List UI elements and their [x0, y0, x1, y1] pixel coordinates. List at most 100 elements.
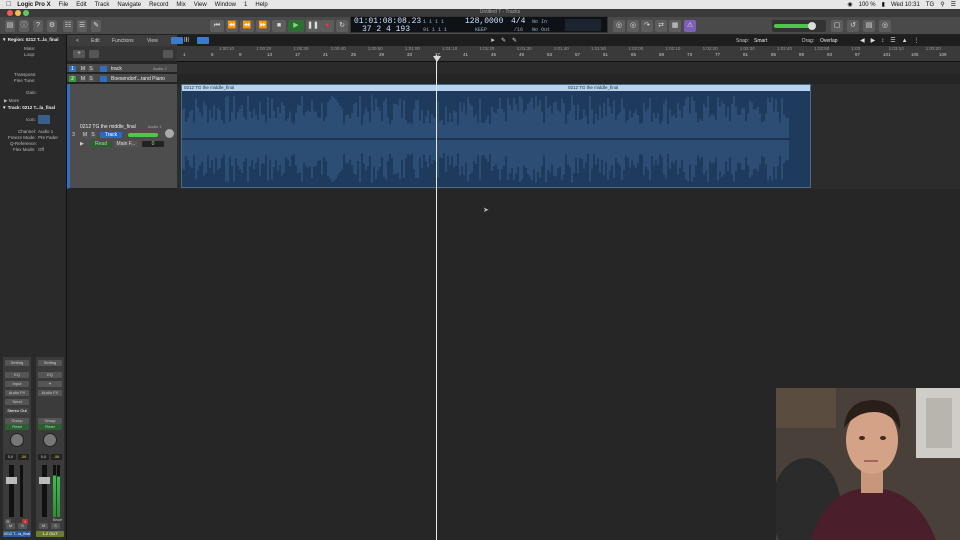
- track-row-2[interactable]: 2 M S Boesendorf...rand Piano: [67, 74, 177, 83]
- solo-button[interactable]: S: [18, 523, 27, 529]
- menu-file[interactable]: File: [59, 2, 69, 8]
- rewind-fast-button[interactable]: ⏪: [240, 20, 254, 32]
- volume-fader[interactable]: [6, 477, 17, 484]
- track-name[interactable]: 0212 TG the middle_final: [80, 124, 136, 130]
- help-icon[interactable]: ?: [33, 20, 43, 32]
- play-button[interactable]: ▶: [288, 20, 304, 32]
- send-button[interactable]: Send: [5, 399, 29, 405]
- automation-param[interactable]: Main F...: [114, 141, 138, 147]
- eq-button[interactable]: EQ: [38, 372, 62, 378]
- track-name[interactable]: track: [111, 66, 122, 72]
- more-toggle[interactable]: ▶ More: [4, 98, 19, 104]
- catch-icon[interactable]: [197, 37, 209, 44]
- tuner-icon[interactable]: ◎: [613, 20, 625, 32]
- automation-icon[interactable]: [171, 37, 183, 44]
- user-name[interactable]: TG: [926, 2, 934, 8]
- browser-icon[interactable]: ▤: [863, 20, 875, 32]
- track-name[interactable]: Boesendorf...rand Piano: [111, 76, 165, 82]
- track-header[interactable]: ▼ Track: 0212 T...la_final: [2, 105, 55, 110]
- stop-button[interactable]: ■: [272, 20, 286, 32]
- go-to-start-button[interactable]: ⏮: [210, 20, 224, 32]
- solo-button[interactable]: S: [88, 66, 94, 72]
- mute-button[interactable]: M: [6, 523, 15, 529]
- battery-label[interactable]: 100 %: [859, 2, 876, 8]
- volume-knob[interactable]: [808, 22, 816, 30]
- automation-read[interactable]: Read: [38, 424, 62, 430]
- apple-loops-icon[interactable]: ◎: [879, 20, 891, 32]
- link-button[interactable]: ⚭: [38, 381, 62, 387]
- menu-1[interactable]: 1: [244, 2, 247, 8]
- region-header[interactable]: ▼ Region: 0212 T...la_final: [2, 37, 59, 42]
- mute-button[interactable]: M: [80, 76, 86, 82]
- add-track-button[interactable]: +: [73, 50, 85, 58]
- solo-button[interactable]: S: [88, 76, 94, 82]
- mute-button[interactable]: M: [39, 523, 48, 529]
- flex-icon[interactable]: |∦|: [184, 37, 194, 44]
- audio-fx-button[interactable]: Audio FX: [5, 390, 29, 396]
- tool-selectors[interactable]: ➤✎✎: [490, 37, 540, 45]
- flex-value[interactable]: Off: [38, 147, 44, 152]
- functions-menu[interactable]: Functions: [112, 38, 134, 44]
- drag-select[interactable]: Overlap: [820, 38, 838, 44]
- solo-icon[interactable]: ◎: [627, 20, 639, 32]
- setting-button[interactable]: Setting: [5, 360, 29, 366]
- pan-knob[interactable]: [43, 433, 57, 447]
- setting-button[interactable]: Setting: [38, 360, 62, 366]
- cycle-button[interactable]: ↻: [336, 20, 348, 32]
- rewind-button[interactable]: ⏪: [226, 20, 238, 32]
- back-button[interactable]: <: [76, 38, 79, 44]
- automation-mode[interactable]: Read: [90, 141, 112, 147]
- audio-region[interactable]: 0212 TG the middle_final 0212 TG the mid…: [181, 84, 811, 188]
- track-volume-slider[interactable]: [128, 133, 158, 137]
- view-menu[interactable]: View: [147, 38, 158, 44]
- menu-mix[interactable]: Mix: [176, 2, 185, 8]
- metronome-icon[interactable]: ⇄: [655, 20, 667, 32]
- menu-record[interactable]: Record: [149, 2, 168, 8]
- track-pan-knob[interactable]: [165, 129, 174, 138]
- menu-window[interactable]: Window: [215, 2, 236, 8]
- menu-app[interactable]: Logic Pro X: [17, 2, 50, 8]
- volume-fader[interactable]: [39, 477, 50, 484]
- alert-icon[interactable]: ⚠: [684, 20, 696, 32]
- menu-help[interactable]: Help: [255, 2, 267, 8]
- menu-navigate[interactable]: Navigate: [117, 2, 141, 8]
- toolbar-icon[interactable]: ⚙: [47, 20, 57, 32]
- track-row-3[interactable]: 0212 TG the middle_final Audio 1 3 M S T…: [67, 84, 177, 189]
- strip-name[interactable]: 0212 T...la_final: [3, 531, 31, 537]
- lcd-display[interactable]: 01:01:08:08.23 1 1 1 1 37 2 4 193 91 1 1…: [350, 16, 608, 34]
- menu-track[interactable]: Track: [95, 2, 110, 8]
- menu-edit[interactable]: Edit: [76, 2, 86, 8]
- playhead-handle[interactable]: [433, 56, 441, 62]
- solo-button[interactable]: S: [90, 132, 96, 138]
- zoom-tools[interactable]: ◀▶↕☰▲⋮: [860, 37, 958, 45]
- audio-fx-button[interactable]: Audio FX: [38, 390, 62, 396]
- library-icon[interactable]: ▤: [5, 20, 15, 32]
- mute-button[interactable]: M: [82, 132, 88, 138]
- timeline-ruler[interactable]: 1:00:10 1:00:20 1:00:30 1:00:40 1:00:50 1:01:…: [177, 46, 960, 62]
- pan-knob[interactable]: [10, 433, 24, 447]
- snap-select[interactable]: Smart: [754, 38, 767, 44]
- wifi-icon[interactable]: ◉: [847, 1, 852, 8]
- output-button[interactable]: Stereo Out: [5, 408, 29, 414]
- automation-read[interactable]: Read: [5, 424, 29, 430]
- menu-view[interactable]: View: [194, 2, 207, 8]
- track-button[interactable]: Track: [100, 132, 122, 138]
- notes-icon[interactable]: ▢: [831, 20, 843, 32]
- duplicate-track-icon[interactable]: [89, 50, 99, 58]
- playhead[interactable]: [436, 55, 437, 540]
- close-window-button[interactable]: [7, 10, 13, 16]
- clock[interactable]: Wed 10:31: [891, 2, 920, 8]
- mute-button[interactable]: M: [80, 66, 86, 72]
- play-region-icon[interactable]: ▶: [80, 141, 84, 147]
- pause-button[interactable]: ❚❚: [306, 20, 320, 32]
- freeze-value[interactable]: Pre Fader: [38, 135, 58, 140]
- global-tracks-icon[interactable]: [163, 50, 173, 58]
- battery-icon[interactable]: ▮: [882, 1, 885, 8]
- channel-value[interactable]: Audio 1: [38, 129, 53, 134]
- apple-icon[interactable]: : [6, 1, 11, 8]
- count-in-icon[interactable]: ↷: [641, 20, 653, 32]
- track-row-1[interactable]: 1 M S track Audio 2: [67, 64, 177, 73]
- edit-menu[interactable]: Edit: [91, 38, 100, 44]
- notification-icon[interactable]: ☰: [951, 1, 956, 8]
- eq-button[interactable]: EQ: [5, 372, 29, 378]
